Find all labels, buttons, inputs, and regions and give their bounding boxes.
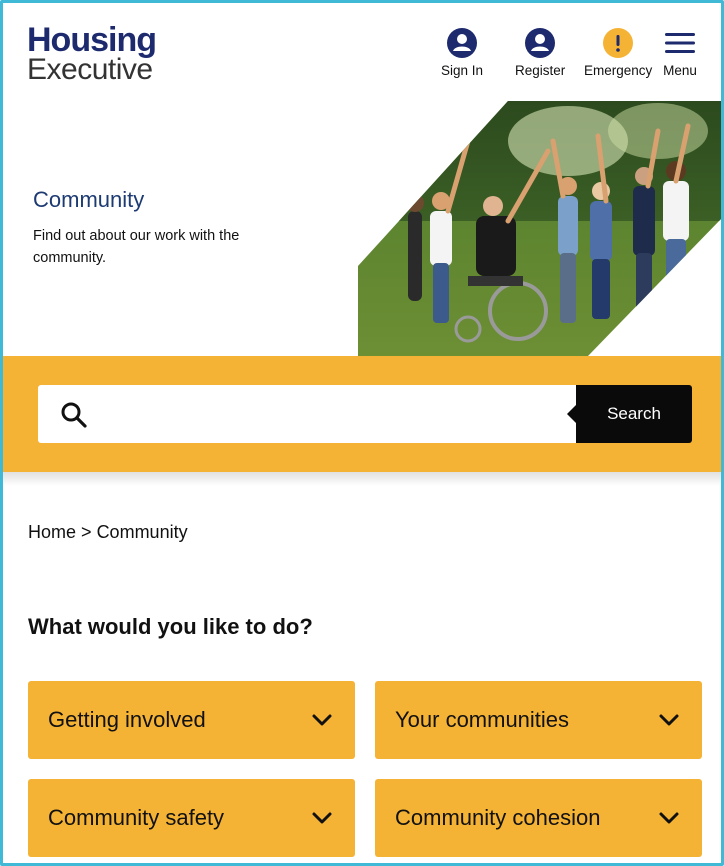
- user-circle-icon: [525, 28, 556, 58]
- card-label: Getting involved: [48, 707, 206, 732]
- breadcrumb-separator: >: [81, 522, 92, 542]
- page-title: Community: [33, 187, 145, 212]
- hero-banner: Community Find out about our work with t…: [3, 101, 721, 356]
- section-heading: What would you like to do?: [28, 614, 313, 639]
- breadcrumb-current: Community: [96, 522, 188, 542]
- card-community-cohesion[interactable]: Community cohesion: [375, 779, 702, 857]
- menu-button[interactable]: Menu: [663, 27, 697, 78]
- breadcrumb: Home > Community: [28, 522, 188, 543]
- sign-in-label: Sign In: [441, 63, 484, 78]
- breadcrumb-home-link[interactable]: Home: [28, 522, 76, 542]
- site-header: Housing Executive Sign In Register Emerg…: [3, 3, 721, 101]
- search-band-shadow: [3, 472, 721, 486]
- logo[interactable]: Housing Executive: [27, 21, 157, 86]
- card-label: Your communities: [395, 707, 570, 732]
- card-getting-involved[interactable]: Getting involved: [28, 681, 355, 759]
- search-icon: [61, 402, 87, 428]
- chevron-down-icon: [659, 714, 679, 726]
- chevron-down-icon: [312, 812, 332, 824]
- chevron-down-icon: [659, 812, 679, 824]
- emergency-link[interactable]: Emergency: [584, 27, 652, 78]
- chevron-down-icon: [312, 714, 332, 726]
- community-hero-image: [358, 101, 721, 356]
- sign-in-link[interactable]: Sign In: [441, 27, 483, 78]
- page-description: Find out about our work with the communi…: [33, 228, 240, 266]
- register-label: Register: [515, 63, 566, 78]
- user-circle-icon: [447, 28, 478, 58]
- card-label: Community cohesion: [395, 805, 601, 830]
- emergency-label: Emergency: [584, 63, 653, 78]
- hamburger-icon: [665, 33, 695, 53]
- search-button[interactable]: Search: [567, 385, 692, 443]
- alert-icon: [603, 28, 634, 58]
- card-community-safety[interactable]: Community safety: [28, 779, 355, 857]
- card-your-communities[interactable]: Your communities: [375, 681, 702, 759]
- search-input[interactable]: [38, 385, 576, 443]
- logo-text-bottom: Executive: [27, 53, 153, 86]
- logo-text-top: Housing: [27, 21, 157, 59]
- card-label: Community safety: [48, 805, 225, 830]
- search-band: Search: [3, 356, 721, 472]
- register-link[interactable]: Register: [515, 27, 565, 78]
- menu-label: Menu: [663, 63, 697, 78]
